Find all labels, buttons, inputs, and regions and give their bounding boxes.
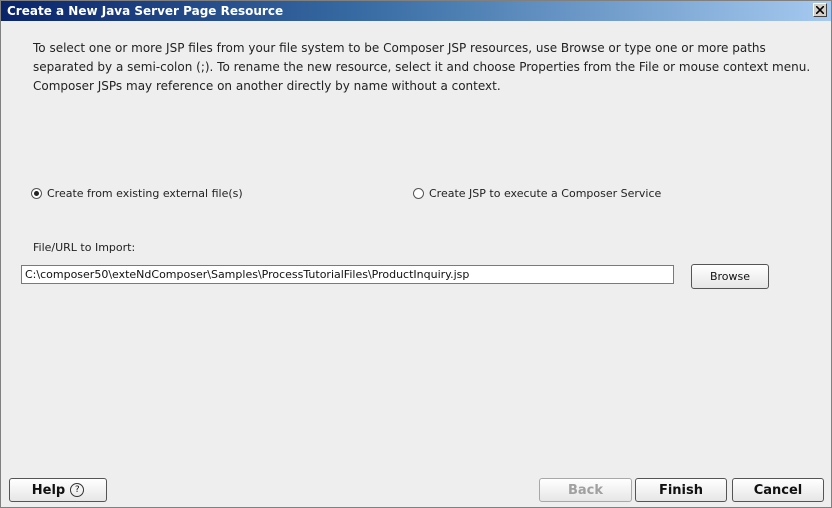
existing-file-label: Create from existing external file(s): [47, 186, 243, 200]
close-button[interactable]: [813, 3, 827, 17]
close-icon: [816, 6, 824, 14]
cancel-button[interactable]: Cancel: [732, 478, 824, 502]
instructions-text: To select one or more JSP files from you…: [33, 41, 811, 93]
finish-button[interactable]: Finish: [635, 478, 727, 502]
back-button[interactable]: Back: [539, 478, 632, 502]
button-bar: Help ? Back Finish Cancel: [1, 467, 831, 507]
file-url-label: File/URL to Import:: [33, 241, 136, 254]
dialog-body: To select one or more JSP files from you…: [7, 25, 825, 463]
composer-service-option[interactable]: Create JSP to execute a Composer Service: [413, 185, 661, 201]
dialog-title: Create a New Java Server Page Resource: [7, 4, 284, 18]
help-button[interactable]: Help ?: [9, 478, 107, 502]
composer-service-radio[interactable]: [413, 187, 424, 199]
browse-button[interactable]: Browse: [691, 264, 769, 289]
existing-file-option[interactable]: Create from existing external file(s): [31, 185, 243, 201]
help-icon: ?: [70, 483, 85, 497]
help-button-label: Help: [31, 482, 66, 498]
file-url-input[interactable]: C:\composer50\exteNdComposer\Samples\Pro…: [21, 265, 674, 284]
title-bar[interactable]: Create a New Java Server Page Resource: [1, 1, 831, 21]
composer-service-label: Create JSP to execute a Composer Service: [429, 186, 662, 200]
dialog-window: Create a New Java Server Page Resource T…: [0, 0, 832, 508]
existing-file-radio[interactable]: [31, 187, 42, 199]
